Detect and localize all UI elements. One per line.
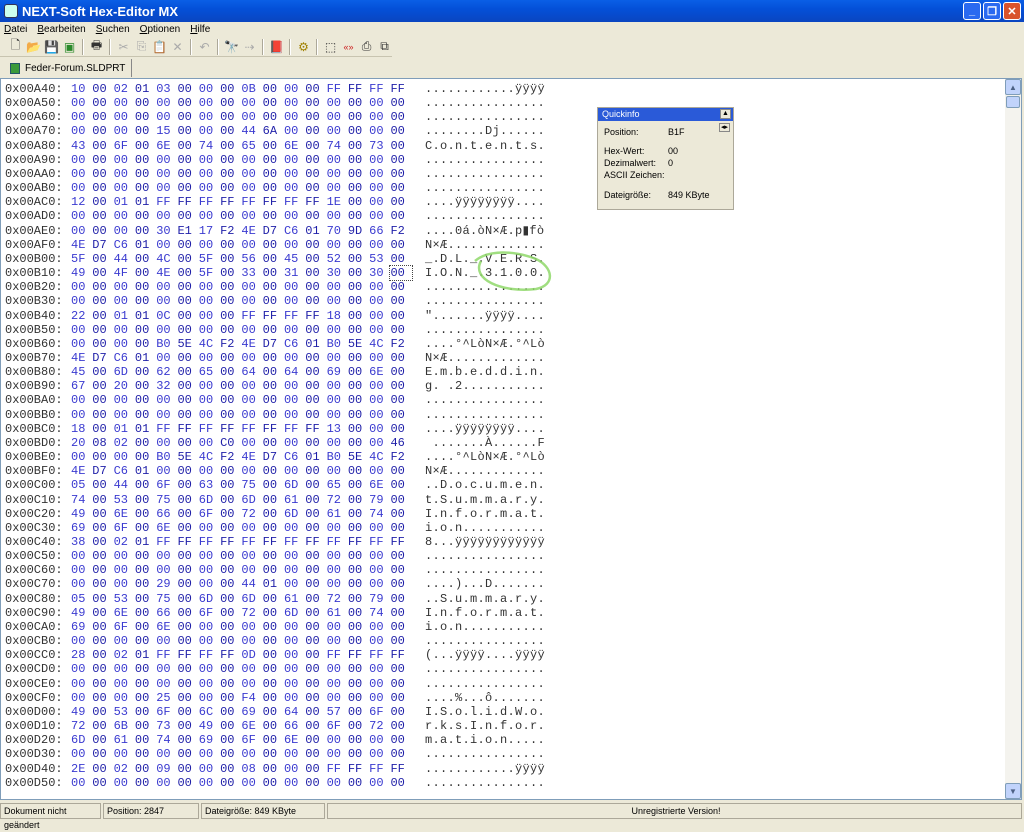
vertical-scrollbar[interactable]: ▲ ▼ xyxy=(1005,79,1021,799)
minimize-button[interactable]: _ xyxy=(963,2,981,20)
menu-optionen[interactable]: Optionen xyxy=(140,24,181,35)
hex-value: 00 xyxy=(668,146,679,156)
status-bar: Dokument nicht geändert Position: 2847 D… xyxy=(0,803,1024,830)
quickinfo-panel: Quickinfo ▲ ◂▸ Position: B1F Hex-Wert: 00… xyxy=(597,107,734,210)
scroll-down-button[interactable]: ▼ xyxy=(1005,783,1021,799)
title-bar: NEXT-Soft Hex-Editor MX _ ❐ ✕ xyxy=(0,0,1024,22)
find-icon[interactable]: 🔭 xyxy=(224,39,239,55)
quickinfo-title: Quickinfo xyxy=(602,109,640,119)
compare-icon[interactable]: ⧉ xyxy=(377,39,392,55)
scroll-thumb[interactable] xyxy=(1006,96,1020,108)
menu-suchen[interactable]: Suchen xyxy=(96,24,130,35)
goto-icon[interactable]: ⎙ xyxy=(359,39,374,55)
window-title: NEXT-Soft Hex-Editor MX xyxy=(22,3,179,19)
ascii-label: ASCII Zeichen: xyxy=(604,170,665,180)
open-folder-icon[interactable]: 📂 xyxy=(26,39,41,55)
dock-toggle-button[interactable]: ◂▸ xyxy=(719,123,730,132)
settings-icon[interactable]: ⚙ xyxy=(296,39,311,55)
tab-label: Feder-Forum.SLDPRT xyxy=(25,62,126,74)
convert-abc-icon[interactable]: «» xyxy=(341,39,356,55)
position-label: Position: xyxy=(604,127,639,137)
size-label: Dateigröße: xyxy=(604,190,652,200)
size-value: 849 KByte xyxy=(668,190,710,200)
cut-icon[interactable]: ✂ xyxy=(116,39,131,55)
print-icon[interactable]: 🖶 xyxy=(89,38,104,55)
new-file-icon[interactable]: 🗋 xyxy=(8,38,23,55)
dec-label: Dezimalwert: xyxy=(604,158,657,168)
tab-bar: Feder-Forum.SLDPRT xyxy=(0,57,1024,77)
hex-editor[interactable]: 0x00A40: 10 00 02 01 03 00 00 00 0B 00 00 00 FF FF FF FF… xyxy=(0,78,1022,800)
close-button[interactable]: ✕ xyxy=(1003,2,1021,20)
save-as-icon[interactable]: ▣ xyxy=(62,39,77,55)
status-position: Position: 2847 xyxy=(103,803,199,819)
delete-icon[interactable]: ✕ xyxy=(170,39,185,55)
status-document: Dokument nicht geändert xyxy=(0,803,101,830)
menu-bar: Datei Bearbeiten Suchen Optionen Hilfe xyxy=(0,22,1024,37)
help-book-icon[interactable]: 📕 xyxy=(269,39,284,55)
menu-datei[interactable]: Datei xyxy=(4,24,27,35)
position-value: B1F xyxy=(668,127,685,137)
undo-icon[interactable]: ↶ xyxy=(197,39,212,55)
select-icon[interactable]: ⬚ xyxy=(323,39,338,55)
status-registration: Unregistrierte Version! xyxy=(327,803,1022,819)
status-filesize: Dateigröße: 849 KByte xyxy=(201,803,325,819)
tab-file[interactable]: Feder-Forum.SLDPRT xyxy=(4,59,133,77)
toolbar: 🗋 📂 💾 ▣ 🖶 ✂ ⎘ 📋 ✕ ↶ 🔭 ⇢ 📕 ⚙ ⬚ «» ⎙ ⧉ xyxy=(0,37,392,57)
menu-hilfe[interactable]: Hilfe xyxy=(190,24,210,35)
find-next-icon[interactable]: ⇢ xyxy=(242,39,257,55)
dec-value: 0 xyxy=(668,158,674,168)
file-icon xyxy=(10,62,20,74)
save-icon[interactable]: 💾 xyxy=(44,39,59,55)
paste-icon[interactable]: 📋 xyxy=(152,39,167,55)
annotation-circle xyxy=(474,251,552,291)
hex-label: Hex-Wert: xyxy=(604,146,645,156)
menu-bearbeiten[interactable]: Bearbeiten xyxy=(37,24,85,35)
copy-icon[interactable]: ⎘ xyxy=(134,39,149,55)
app-icon xyxy=(4,4,18,18)
scroll-up-button[interactable]: ▲ xyxy=(1005,79,1021,95)
maximize-button[interactable]: ❐ xyxy=(983,2,1001,20)
collapse-button[interactable]: ▲ xyxy=(720,109,731,119)
